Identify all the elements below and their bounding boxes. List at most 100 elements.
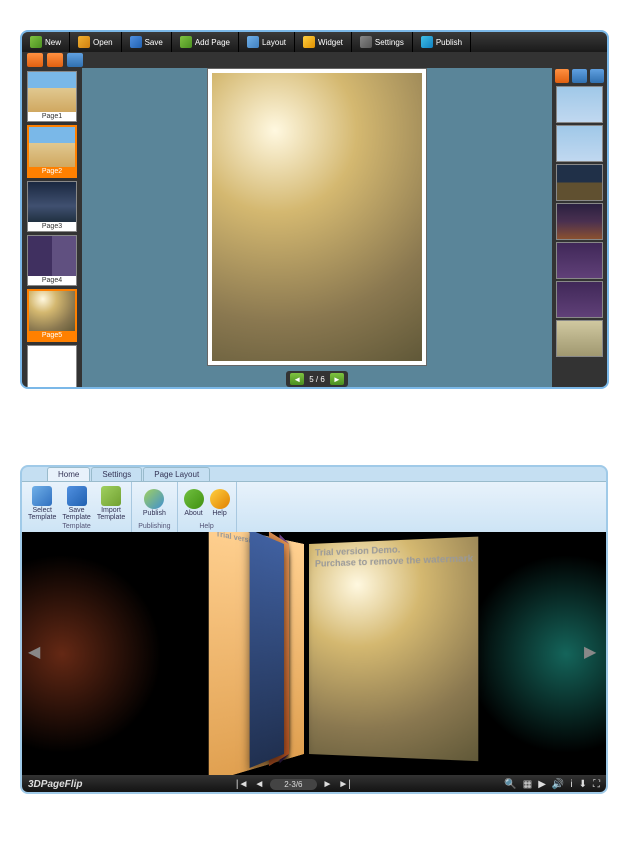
zoom-icon[interactable]: 🔍 [504, 779, 516, 790]
pub-icon [144, 489, 164, 509]
page-canvas[interactable] [207, 68, 427, 366]
publish-button[interactable]: Publish [413, 32, 471, 52]
asset-thumb[interactable] [556, 125, 603, 162]
asset-thumb[interactable] [556, 86, 603, 123]
add-page-button[interactable]: Add Page [172, 32, 239, 52]
page-editor-window: New Open SaveAdd PageLayoutWidget Settings P… [20, 30, 609, 389]
import-button[interactable]: Import Template [97, 484, 125, 522]
first-page-button[interactable]: |◄ [236, 779, 249, 790]
download-icon[interactable]: ⬇ [579, 779, 587, 790]
ribbon: Select Template Save Template Import Templ… [22, 481, 606, 532]
thumb-image [28, 182, 76, 222]
asset-tab[interactable] [590, 69, 604, 83]
settings-icon [360, 36, 372, 48]
asset-thumb[interactable] [556, 164, 603, 201]
button-label: Select Template [28, 507, 56, 521]
fullscreen-icon[interactable]: ⛶ [593, 779, 600, 790]
publish-button[interactable]: Publish [143, 484, 166, 522]
prev-page-button[interactable]: ◄ [254, 779, 264, 790]
page-thumb[interactable]: Page1 [27, 71, 77, 122]
thumb-image [28, 236, 76, 276]
new-button[interactable]: New [22, 32, 70, 52]
canvas-area: ◄ 5 / 6 ► [82, 68, 552, 387]
canvas-image [212, 73, 422, 361]
flipbook[interactable]: Trial version Demo. Purchase to remove t… [124, 544, 504, 764]
asset-thumb[interactable] [556, 203, 603, 240]
layout-button[interactable]: Layout [239, 32, 295, 52]
page-thumb[interactable]: Page3 [27, 181, 77, 232]
button-label: Publish [143, 510, 166, 517]
page-thumb[interactable]: Page5 [27, 289, 77, 342]
publish-icon [421, 36, 433, 48]
settings-button[interactable]: Settings [352, 32, 413, 52]
book-right-page: Trial version Demo. Purchase to remove t… [309, 536, 478, 761]
button-label: Help [212, 510, 226, 517]
about-icon [184, 489, 204, 509]
save-icon [67, 486, 87, 506]
thumb-label: Page2 [29, 167, 75, 176]
page-thumb[interactable]: Page6 [27, 345, 77, 389]
tab-page-layout[interactable]: Page Layout [143, 467, 210, 481]
widget-button[interactable]: Widget [295, 32, 352, 52]
select-button[interactable]: Select Template [28, 484, 56, 522]
next-page-button[interactable]: ► [323, 779, 333, 790]
open-button[interactable]: Open [70, 32, 122, 52]
next-page-button[interactable]: ► [330, 373, 344, 385]
asset-thumb[interactable] [556, 242, 603, 279]
thumb-label: Page4 [28, 276, 76, 285]
next-arrow-button[interactable]: ▶ [584, 642, 600, 666]
thumb-label: Page3 [28, 222, 76, 231]
group-label: Help [199, 522, 213, 530]
editor-body: Page1 Page2 Page3 Page4 Page5 Page6 ◄ 5 / 6 ► [22, 68, 607, 387]
button-label: Open [93, 38, 113, 47]
new-icon [30, 36, 42, 48]
about-button[interactable]: About [184, 484, 204, 522]
page-thumb[interactable]: Page2 [27, 125, 77, 178]
ribbon-group-template: Select Template Save Template Import Templ… [22, 482, 132, 532]
thumb-label: Page1 [28, 112, 76, 121]
info-icon[interactable]: i [570, 779, 572, 790]
asset-thumb[interactable] [556, 281, 603, 318]
group-label: Template [62, 522, 90, 530]
last-page-button[interactable]: ►| [338, 779, 351, 790]
tab-settings[interactable]: Settings [91, 467, 142, 481]
bottom-bar: 3DPageFlip |◄ ◄ 2-3/6 ► ►| 🔍 ▦ ▶ 🔊 i ⬇ ⛶ [22, 775, 606, 793]
asset-tab[interactable] [572, 69, 586, 83]
button-label: About [184, 510, 202, 517]
page-thumb[interactable]: Page4 [27, 235, 77, 286]
prev-arrow-button[interactable]: ◀ [28, 642, 44, 666]
ribbon-group-help: About Help Help [178, 482, 237, 532]
prev-page-button[interactable]: ◄ [290, 373, 304, 385]
imp-icon [101, 486, 121, 506]
pages-sidebar: Page1 Page2 Page3 Page4 Page5 Page6 [22, 68, 82, 387]
tool-btn[interactable] [27, 53, 43, 67]
autoplay-icon[interactable]: ▶ [538, 779, 546, 790]
assets-sidebar [552, 68, 607, 387]
ribbon-tabs: HomeSettingsPage Layout [22, 467, 606, 481]
add-icon [180, 36, 192, 48]
tool-btn[interactable] [47, 53, 63, 67]
save-icon [130, 36, 142, 48]
ribbon-group-publishing: PublishPublishing [132, 482, 177, 532]
watermark-text: Trial version Demo. Purchase to remove t… [315, 541, 473, 569]
main-toolbar: New Open SaveAdd PageLayoutWidget Settings P… [22, 32, 607, 52]
button-label: Settings [375, 38, 404, 47]
thumbnails-icon[interactable]: ▦ [523, 779, 532, 790]
page-navigator: ◄ 5 / 6 ► [286, 371, 348, 387]
sound-icon[interactable]: 🔊 [552, 779, 564, 790]
button-label: Save Template [62, 507, 90, 521]
open-icon [78, 36, 90, 48]
help-button[interactable]: Help [210, 484, 230, 522]
save-button[interactable]: Save Template [62, 484, 90, 522]
save-button[interactable]: Save [122, 32, 172, 52]
page-controls: |◄ ◄ 2-3/6 ► ►| [82, 779, 504, 790]
book-flipping-page [250, 532, 284, 767]
widget-icon [303, 36, 315, 48]
asset-thumb[interactable] [556, 320, 603, 357]
tab-home[interactable]: Home [47, 467, 90, 481]
page-display: 2-3/6 [270, 779, 316, 790]
thumb-label: Page6 [28, 386, 76, 389]
flipbook-window: HomeSettingsPage Layout Select TemplateS… [20, 465, 608, 794]
tool-btn[interactable] [67, 53, 83, 67]
asset-tab[interactable] [555, 69, 569, 83]
